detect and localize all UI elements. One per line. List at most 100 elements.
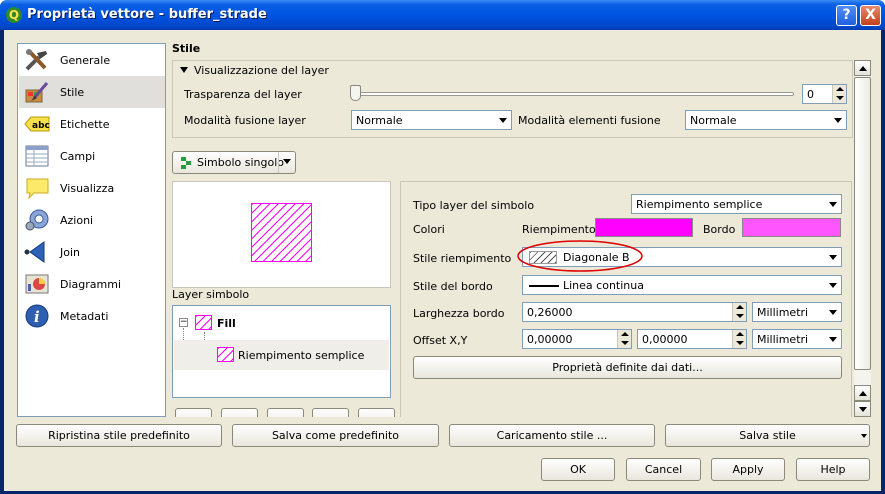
- tree-root-fill[interactable]: Fill: [217, 317, 236, 330]
- style-vertical-scrollbar[interactable]: [854, 60, 871, 417]
- offset-y-spinbox[interactable]: 0,00000: [637, 329, 747, 349]
- transparency-label: Trasparenza del layer: [184, 88, 302, 101]
- window-title: Proprietà vettore - buffer_strade: [27, 7, 267, 22]
- chevron-down-icon[interactable]: [825, 276, 841, 294]
- spin-down-icon[interactable]: [832, 94, 846, 103]
- load-style-button[interactable]: Caricamento stile ...: [449, 424, 655, 447]
- spin-up-icon[interactable]: [617, 330, 631, 339]
- blend-layer-label: Modalità fusione layer: [184, 114, 306, 127]
- collapse-arrow-icon[interactable]: [180, 67, 188, 73]
- single-symbol-icon: [181, 157, 191, 169]
- symbol-preview-panel: [172, 181, 391, 288]
- abc-label-icon: abc: [24, 116, 50, 132]
- blend-features-value: Normale: [690, 114, 737, 127]
- symbol-layers-label: Layer simbolo: [172, 288, 250, 301]
- speech-bubble-icon: [26, 178, 49, 200]
- symbol-preview-swatch: [251, 203, 312, 262]
- title-bar[interactable]: Q Proprietà vettore - buffer_strade ? X: [0, 0, 885, 30]
- chevron-down-icon[interactable]: [825, 195, 841, 213]
- chevron-down-icon[interactable]: [825, 330, 841, 348]
- ok-button[interactable]: OK: [541, 458, 615, 481]
- table-fields-icon: [25, 145, 49, 167]
- chevron-down-icon[interactable]: [861, 434, 867, 438]
- sidebar-item-label: Join: [60, 246, 81, 259]
- apply-button[interactable]: Apply: [711, 458, 785, 481]
- blend-features-combo[interactable]: Normale: [685, 110, 847, 130]
- transparency-slider-thumb[interactable]: [350, 85, 361, 101]
- restore-default-style-button[interactable]: Ripristina stile predefinito: [16, 424, 222, 447]
- border-color-button[interactable]: [742, 218, 841, 237]
- spin-down-icon[interactable]: [732, 312, 746, 321]
- spin-up-icon[interactable]: [832, 85, 846, 94]
- spin-down-icon[interactable]: [732, 339, 746, 348]
- spin-down-icon[interactable]: [617, 339, 631, 348]
- tools-icon: [25, 49, 47, 71]
- save-as-default-button[interactable]: Salva come predefinito: [232, 424, 439, 447]
- chevron-down-icon[interactable]: [825, 248, 841, 266]
- lock-layer-button[interactable]: [267, 408, 304, 417]
- red-highlight-ellipse: [517, 240, 643, 272]
- border-width-spinbox[interactable]: 0,26000: [522, 302, 747, 322]
- sidebar-item-azioni[interactable]: Azioni: [19, 204, 165, 236]
- fill-symbol-icon: [195, 315, 212, 330]
- chevron-down-icon[interactable]: [278, 152, 295, 173]
- scroll-down-icon[interactable]: [854, 401, 871, 417]
- sidebar-item-visualizza[interactable]: Visualizza: [19, 172, 165, 204]
- spin-up-icon[interactable]: [732, 303, 746, 312]
- offset-label: Offset X,Y: [413, 334, 468, 347]
- move-up-button[interactable]: [312, 408, 349, 417]
- sidebar-item-join[interactable]: Join: [19, 236, 165, 268]
- chevron-down-icon[interactable]: [830, 111, 846, 129]
- style-scroll-area: Visualizzazione del layer Trasparenza de…: [170, 60, 875, 417]
- add-layer-button[interactable]: [175, 408, 212, 417]
- sidebar-item-label: Campi: [60, 150, 96, 163]
- cancel-button[interactable]: Cancel: [626, 458, 701, 481]
- scrollbar-thumb[interactable]: [854, 77, 871, 370]
- tree-child-simple-fill[interactable]: Riempimento semplice: [238, 349, 364, 362]
- fill-color-button[interactable]: [595, 218, 693, 237]
- move-down-button[interactable]: [358, 408, 395, 417]
- save-style-button[interactable]: Salva stile: [665, 424, 870, 447]
- remove-layer-button[interactable]: [221, 408, 258, 417]
- help-button[interactable]: Help: [796, 458, 870, 481]
- svg-text:i: i: [34, 308, 40, 326]
- svg-text:abc: abc: [32, 121, 50, 131]
- transparency-value: 0: [807, 88, 814, 101]
- gear-action-icon: [25, 209, 49, 231]
- offset-unit-combo[interactable]: Millimetri: [752, 329, 842, 349]
- colors-label: Colori: [413, 223, 445, 236]
- info-icon: i: [25, 304, 49, 328]
- collapse-tree-icon[interactable]: −: [179, 318, 188, 327]
- transparency-slider-track[interactable]: [358, 92, 794, 96]
- blend-layer-combo[interactable]: Normale: [351, 110, 512, 130]
- scroll-up-icon[interactable]: [854, 60, 871, 76]
- spin-up-icon[interactable]: [732, 330, 746, 339]
- blend-layer-value: Normale: [356, 114, 403, 127]
- chevron-down-icon[interactable]: [495, 111, 511, 129]
- qgis-app-icon: Q: [6, 7, 22, 23]
- sidebar-item-campi[interactable]: Campi: [19, 140, 165, 172]
- join-arrow-icon: [24, 241, 45, 263]
- transparency-spinbox[interactable]: 0: [802, 84, 847, 104]
- sidebar-item-diagrammi[interactable]: Diagrammi: [19, 268, 165, 300]
- rendering-group-title[interactable]: Visualizzazione del layer: [180, 64, 329, 77]
- symbol-layer-type-combo[interactable]: Riempimento semplice: [631, 194, 842, 214]
- sidebar-item-generale[interactable]: Generale: [19, 44, 165, 76]
- dialog-body: Generale Stile abc Etichette Campi Visua…: [4, 30, 881, 491]
- help-title-button[interactable]: ?: [836, 5, 857, 26]
- offset-x-spinbox[interactable]: 0,00000: [522, 329, 632, 349]
- sidebar-item-label: Visualizza: [60, 182, 115, 195]
- sidebar-item-etichette[interactable]: abc Etichette: [19, 108, 165, 140]
- scroll-up-icon[interactable]: [854, 385, 871, 401]
- border-style-combo[interactable]: Linea continua: [522, 275, 842, 295]
- border-width-unit-combo[interactable]: Millimetri: [752, 302, 842, 322]
- close-window-button[interactable]: X: [860, 5, 881, 26]
- border-style-label: Stile del bordo: [413, 280, 493, 293]
- data-defined-properties-button[interactable]: Proprietà definite dai dati...: [413, 356, 842, 379]
- chevron-down-icon[interactable]: [825, 303, 841, 321]
- sidebar-item-stile[interactable]: Stile: [19, 76, 165, 108]
- sidebar-item-metadati[interactable]: i Metadati: [19, 300, 165, 332]
- border-width-label: Larghezza bordo: [413, 307, 505, 320]
- renderer-type-button[interactable]: Simbolo singolo: [172, 151, 296, 174]
- symbol-layer-type-label: Tipo layer del simbolo: [413, 199, 535, 212]
